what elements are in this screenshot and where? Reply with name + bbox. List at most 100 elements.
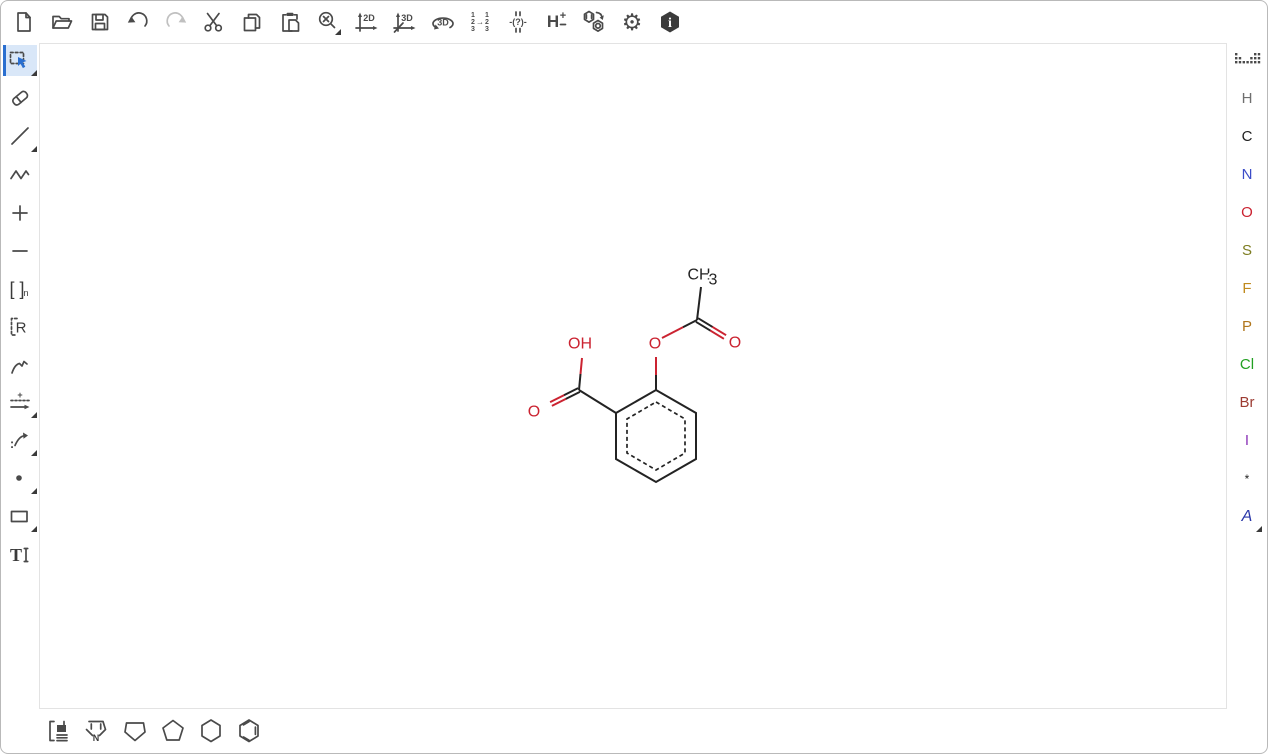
rotate-3d-ellipse-icon: 3D [429,10,455,34]
element-any-button[interactable]: * [1232,463,1262,494]
settings-button[interactable]: ⚙ [619,9,645,35]
dot-icon [7,466,33,492]
aromatize-rings-icon [581,9,607,35]
bond-ester-o-c[interactable] [662,320,697,338]
attachment-point-tool[interactable] [3,349,37,380]
hydroxyl-label[interactable]: OH [568,336,592,353]
benzene-ring-bond[interactable] [616,390,696,482]
element-Cl-button[interactable]: Cl [1232,349,1262,380]
template-cyclohexane-button[interactable] [197,717,225,745]
drawing-canvas[interactable]: OH O O O CH 3 [39,43,1227,709]
chemical-editor-window: 2D 3D 3D 1 2 3 → 1 [0,0,1268,754]
template-cyclopentane-button[interactable] [159,717,187,745]
electron-dot-tool[interactable] [3,463,37,494]
methyl-label[interactable]: CH [687,267,710,284]
element-I-button[interactable]: I [1232,425,1262,456]
text-tool[interactable]: T [3,539,37,570]
clean-3d-button[interactable]: 3D [391,9,417,35]
plus-icon [7,200,33,226]
svg-text:[ ]: [ ] [9,279,24,299]
svg-text:1: 1 [471,12,475,19]
element-Br-button[interactable]: Br [1232,387,1262,418]
svg-text:3: 3 [485,26,489,33]
single-bond-tool[interactable] [3,121,37,152]
bond-c-oh[interactable] [579,358,582,390]
redo-arrow-icon [164,10,188,34]
element-A-button[interactable]: A [1232,501,1262,532]
svg-text:+: + [17,390,22,400]
info-hexagon-icon: i [658,10,682,34]
element-P-button[interactable]: P [1232,311,1262,342]
copy-button[interactable] [239,9,265,35]
molecule-aspirin[interactable]: OH O O O CH 3 [40,44,1228,710]
benzene-ring-icon [235,717,263,745]
periodic-table-button[interactable] [1232,45,1262,76]
right-element-toolbar: HCNOSFP Cl Br I * A [1227,43,1267,532]
pentagon-ring-icon [159,717,187,745]
paste-button[interactable] [277,9,303,35]
svg-text:1: 1 [485,12,489,19]
import-button[interactable] [49,9,75,35]
scissors-icon [202,10,226,34]
electron-flow-arrow-icon: : [7,428,33,454]
methyl-subscript: 3 [709,272,718,289]
undo-button[interactable] [125,9,151,35]
cut-button[interactable] [201,9,227,35]
atom-map-icon: 1 2 3 → 1 2 3 [467,9,493,35]
export-button[interactable] [87,9,113,35]
redo-button[interactable] [163,9,189,35]
select-rectangle-tool[interactable] [3,45,37,76]
element-N-button[interactable]: N [1232,159,1262,190]
reaction-arrow-tool[interactable]: + [3,387,37,418]
sgroup-brackets-tool[interactable]: [ ] n [3,273,37,304]
magnifier-x-icon [316,10,340,34]
element-O-button[interactable]: O [1232,197,1262,228]
decrease-charge-tool[interactable] [3,235,37,266]
clean-2d-button[interactable]: 2D [353,9,379,35]
bond-c-methyl[interactable] [697,287,701,320]
template-cyclopentadiene-button[interactable] [121,717,149,745]
open-folder-icon [50,10,74,34]
chain-tool[interactable] [3,159,37,190]
chain-zigzag-icon [7,162,33,188]
template-benzene-button[interactable] [235,717,263,745]
element-C-button[interactable]: C [1232,121,1262,152]
aromatize-button[interactable] [581,9,607,35]
svg-text:N: N [93,733,100,743]
element-H-button[interactable]: H [1232,83,1262,114]
element-symbol: I [1245,432,1249,449]
selection-rectangle-icon [7,48,33,74]
carboxyl-oxygen-label[interactable]: O [528,404,540,421]
explicit-hydrogens-button[interactable]: H + [543,9,569,35]
rgroup-tool[interactable]: R [3,311,37,342]
template-pyrrole-button[interactable]: N [83,717,111,745]
map-atoms-button[interactable]: 1 2 3 → 1 2 3 [467,9,493,35]
carbonyl-oxygen-label[interactable]: O [729,335,741,352]
top-toolbar: 2D 3D 3D 1 2 3 → 1 [1,1,1267,43]
template-library-button[interactable] [45,717,73,745]
info-button[interactable]: i [657,9,683,35]
text-cursor-icon: T [7,542,33,568]
increase-charge-tool[interactable] [3,197,37,228]
view-3d-button[interactable]: 3D [429,9,455,35]
ester-oxygen-label[interactable]: O [649,336,661,353]
brackets-icon: [ ] n [7,276,33,302]
cyclopentadiene-ring-icon [121,717,149,745]
h-plus-minus-icon: H + [543,9,569,35]
electron-flow-tool[interactable]: : [3,425,37,456]
svg-text::: : [10,436,14,451]
zoom-button[interactable] [315,9,341,35]
element-F-button[interactable]: F [1232,273,1262,304]
clear-button[interactable] [11,9,37,35]
erase-tool[interactable] [3,83,37,114]
eraser-icon [7,86,33,112]
svg-text:→: → [476,18,484,27]
query-properties-button[interactable]: -(?)- [505,9,531,35]
element-symbol: O [1241,204,1253,221]
undo-arrow-icon [126,10,150,34]
bond-line-icon [7,124,33,150]
shape-tool[interactable] [3,501,37,532]
bond-ring-carboxyl[interactable] [579,390,616,413]
element-symbol: Cl [1240,356,1254,373]
element-S-button[interactable]: S [1232,235,1262,266]
